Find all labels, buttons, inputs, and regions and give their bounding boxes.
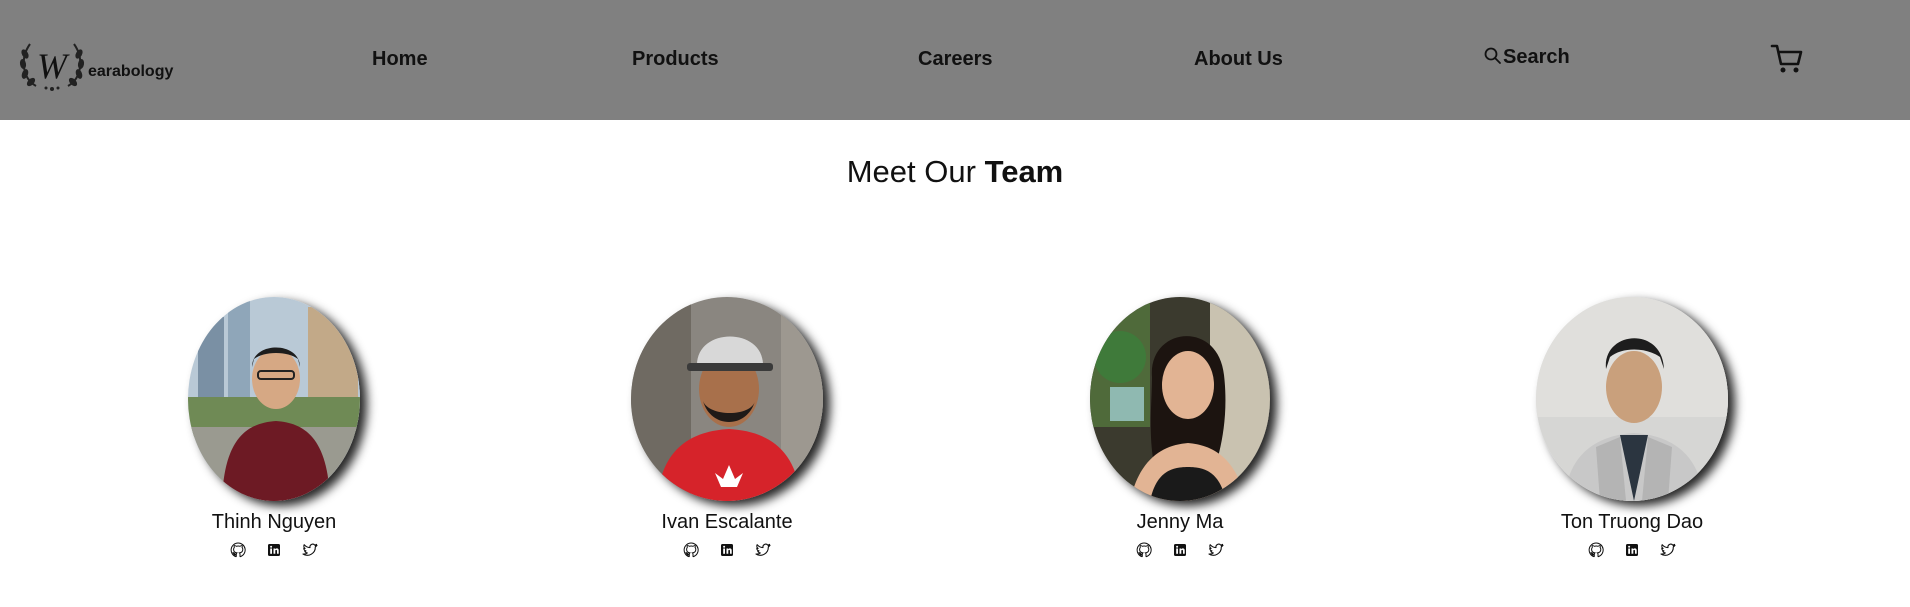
social-links [124,542,424,558]
github-icon[interactable] [1136,542,1152,558]
team-member-name: Ivan Escalante [661,511,793,533]
github-icon[interactable] [1588,542,1604,558]
github-icon[interactable] [230,542,246,558]
page-title: Meet Our Team [0,154,1910,190]
page-title-prefix: Meet Our [846,154,985,189]
twitter-icon[interactable] [1208,542,1224,558]
social-links [577,542,877,558]
linkedin-icon[interactable] [719,542,735,558]
avatar [631,297,823,501]
twitter-icon[interactable] [1660,542,1676,558]
team-member-card: Jenny Ma [1030,297,1330,558]
linkedin-icon[interactable] [1624,542,1640,558]
brand-logo[interactable]: W earabology [16,34,176,94]
team-member-card: Ton Truong Dao [1482,297,1782,558]
twitter-icon[interactable] [755,542,771,558]
twitter-icon[interactable] [302,542,318,558]
team-member-name: Jenny Ma [1136,511,1224,533]
social-links [1030,542,1330,558]
social-links [1482,542,1782,558]
navbar: W earabology Home Products Careers About… [0,0,1910,120]
linkedin-icon[interactable] [266,542,282,558]
github-icon[interactable] [683,542,699,558]
nav-link-home[interactable]: Home [372,48,428,71]
team-member-card: Thinh Nguyen [124,297,424,558]
avatar [1090,297,1270,501]
avatar [188,297,360,501]
nav-link-careers[interactable]: Careers [918,48,993,71]
search-label: Search [1503,46,1570,68]
search-icon [1484,47,1501,64]
cart-button[interactable] [1770,43,1804,80]
team-member-card: Ivan Escalante [577,297,877,558]
laurel-wreath-icon: W [19,43,85,91]
team-member-name: Ton Truong Dao [1560,511,1704,533]
team-member-name: Thinh Nguyen [211,511,337,533]
cart-icon [1770,44,1803,73]
logo-letter: W [37,46,70,86]
nav-link-about-us[interactable]: About Us [1194,48,1283,71]
linkedin-icon[interactable] [1172,542,1188,558]
search-button[interactable]: Search [1484,46,1570,69]
page-title-emphasis: Team [984,154,1064,189]
avatar [1536,297,1728,501]
nav-link-products[interactable]: Products [632,48,719,71]
logo-text: earabology [88,63,174,80]
